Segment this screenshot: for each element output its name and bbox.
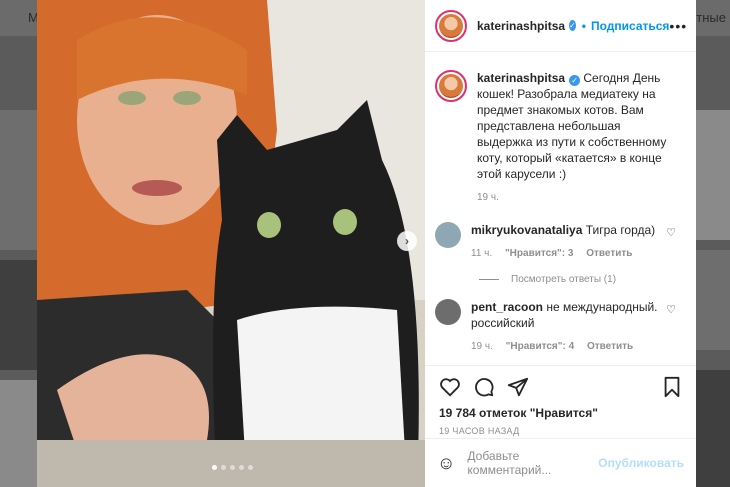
background-tile bbox=[696, 370, 730, 487]
comment-like-heart-icon[interactable]: ♡ bbox=[666, 303, 676, 316]
caption-time[interactable]: 19 ч. bbox=[477, 192, 499, 203]
share-icon[interactable] bbox=[507, 376, 529, 398]
post-side-panel: katerinashpitsa ✓ • Подписаться ••• kate… bbox=[425, 0, 696, 487]
background-tile bbox=[696, 250, 730, 350]
post-photo[interactable]: › bbox=[37, 0, 425, 487]
comment-time[interactable]: 19 ч. bbox=[471, 341, 493, 352]
caption-avatar[interactable] bbox=[435, 70, 467, 102]
commenter-username[interactable]: mikryukovanataliya bbox=[471, 223, 582, 237]
comment-icon[interactable] bbox=[473, 376, 495, 398]
publish-button[interactable]: Опубликовать bbox=[598, 456, 684, 470]
author-username[interactable]: katerinashpitsa bbox=[477, 19, 565, 33]
bookmark-icon[interactable] bbox=[662, 376, 682, 398]
comment-item: mikryukovanataliya Тигра горда) 11 ч. "Н… bbox=[425, 216, 696, 268]
reply-button[interactable]: Ответить bbox=[586, 248, 632, 259]
background-tile bbox=[0, 260, 37, 370]
verified-badge-icon: ✓ bbox=[569, 20, 576, 31]
view-replies-label: Посмотреть ответы (1) bbox=[511, 274, 617, 285]
background-tile bbox=[0, 110, 37, 250]
background-tile bbox=[696, 110, 730, 240]
carousel-dot bbox=[239, 465, 244, 470]
emoji-icon[interactable]: ☺ bbox=[437, 453, 455, 474]
commenter-avatar[interactable] bbox=[435, 299, 461, 325]
comment-item: pent_racoon не международный. российский… bbox=[425, 293, 696, 361]
add-comment-bar: ☺ Добавьте комментарий... Опубликовать bbox=[425, 438, 696, 487]
likes-count[interactable]: 19 784 отметок "Нравится" bbox=[439, 406, 682, 420]
commenter-avatar[interactable] bbox=[435, 222, 461, 248]
comment-text: Тигра горда) bbox=[585, 223, 656, 237]
comment-likes[interactable]: "Нравится": 3 bbox=[505, 248, 574, 259]
posted-time[interactable]: 19 ЧАСОВ НАЗАД bbox=[439, 426, 682, 436]
caption-username[interactable]: katerinashpitsa bbox=[477, 71, 565, 85]
commenter-username[interactable]: pent_racoon bbox=[471, 300, 543, 314]
post-actions: 19 784 отметок "Нравится" 19 ЧАСОВ НАЗАД bbox=[425, 365, 696, 436]
post-caption: katerinashpitsa ✓ Сегодня День кошек! Раз… bbox=[425, 60, 696, 216]
author-avatar[interactable] bbox=[435, 9, 467, 42]
carousel-dot bbox=[221, 465, 226, 470]
caption-text: Сегодня День кошек! Разобрала медиатеку … bbox=[477, 71, 667, 181]
comments-list[interactable]: katerinashpitsa ✓ Сегодня День кошек! Раз… bbox=[425, 60, 696, 365]
comment-time[interactable]: 11 ч. bbox=[471, 248, 492, 259]
chevron-right-icon: › bbox=[405, 234, 409, 248]
reply-button[interactable]: Ответить bbox=[587, 341, 633, 352]
carousel-indicator bbox=[212, 465, 253, 470]
verified-badge-icon: ✓ bbox=[569, 75, 581, 86]
photo-woman-with-cat bbox=[37, 0, 425, 487]
background-tile bbox=[0, 380, 37, 487]
carousel-dot bbox=[212, 465, 217, 470]
more-options-icon[interactable]: ••• bbox=[669, 18, 687, 34]
post-header: katerinashpitsa ✓ • Подписаться ••• bbox=[425, 0, 696, 52]
carousel-dot bbox=[248, 465, 253, 470]
comment-like-heart-icon[interactable]: ♡ bbox=[666, 226, 676, 239]
comment-input[interactable]: Добавьте комментарий... bbox=[467, 449, 598, 477]
replies-divider bbox=[479, 279, 499, 280]
view-replies-button[interactable]: Посмотреть ответы (1) bbox=[479, 274, 696, 285]
comment-likes[interactable]: "Нравится": 4 bbox=[506, 341, 575, 352]
follow-button[interactable]: Подписаться bbox=[591, 19, 669, 33]
carousel-dot bbox=[230, 465, 235, 470]
carousel-next-button[interactable]: › bbox=[397, 231, 417, 251]
heart-icon[interactable] bbox=[439, 376, 461, 398]
